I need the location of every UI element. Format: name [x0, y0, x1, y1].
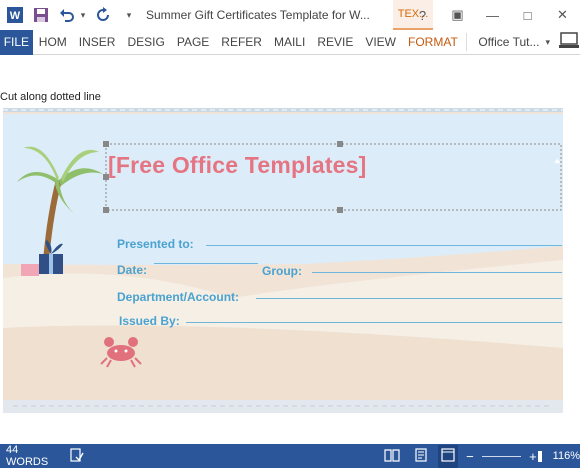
tab-format[interactable]: FORMAT — [402, 30, 464, 55]
date-label: Date: — [117, 263, 148, 277]
group-line[interactable] — [312, 272, 562, 273]
quick-access-toolbar: W ▾ ▾ — [0, 4, 140, 26]
tab-mailings[interactable]: MAILI — [268, 30, 311, 55]
department-label: Department/Account: — [117, 290, 240, 304]
customize-toolbar-icon[interactable]: ▾ — [118, 4, 140, 26]
account-caret-icon[interactable]: ▾ — [545, 37, 550, 48]
presented-to-line[interactable] — [206, 245, 562, 246]
window-controls: ? ▣ — □ ✕ — [405, 0, 580, 30]
save-icon[interactable] — [30, 4, 52, 26]
word-count[interactable]: 44 WORDS — [6, 444, 48, 468]
word-app-icon[interactable]: W — [4, 4, 26, 26]
tab-references[interactable]: REFER — [215, 30, 268, 55]
tab-page-layout[interactable]: PAGE — [171, 30, 215, 55]
redo-icon[interactable] — [92, 4, 114, 26]
web-layout-icon[interactable] — [438, 444, 459, 468]
title-bar: W ▾ ▾ Summer Gift Certificates Template … — [0, 0, 580, 30]
account-name[interactable]: Office Tut... — [472, 30, 545, 55]
department-line[interactable] — [256, 298, 562, 299]
ribbon-tabs: FILE HOM INSER DESIG PAGE REFER MAILI RE… — [0, 29, 580, 55]
issued-by-line[interactable] — [186, 322, 562, 323]
maximize-button[interactable]: □ — [510, 0, 545, 30]
read-mode-icon[interactable] — [384, 448, 400, 465]
zoom-level[interactable]: 116% — [553, 450, 580, 462]
ribbon-divider — [465, 33, 467, 51]
tab-design[interactable]: DESIG — [121, 30, 170, 55]
certificate-heading[interactable]: [Free Office Templates] — [108, 152, 367, 179]
undo-icon[interactable] — [56, 4, 78, 26]
window-title: Summer Gift Certificates Template for W.… — [146, 8, 370, 22]
zoom-in-button[interactable]: + — [529, 449, 537, 464]
close-button[interactable]: ✕ — [545, 0, 580, 30]
zoom-slider[interactable] — [481, 450, 542, 462]
print-layout-icon[interactable] — [414, 447, 428, 465]
minimize-button[interactable]: — — [475, 0, 510, 30]
tab-review[interactable]: REVIE — [311, 30, 359, 55]
tab-home[interactable]: HOM — [33, 30, 73, 55]
proofing-icon[interactable] — [70, 447, 84, 465]
zoom-slider-thumb[interactable] — [537, 450, 542, 462]
profile-icon[interactable] — [558, 31, 580, 53]
presented-to-label: Presented to: — [117, 237, 194, 251]
tab-file[interactable]: FILE — [0, 29, 33, 55]
issued-by-label: Issued By: — [119, 314, 180, 328]
tab-view[interactable]: VIEW — [359, 30, 402, 55]
cut-instruction: Cut along dotted line — [0, 91, 101, 103]
group-label: Group: — [262, 264, 302, 278]
date-line[interactable] — [154, 263, 258, 264]
document-canvas[interactable]: Cut along dotted line [Free Office Templ… — [0, 56, 580, 444]
zoom-out-button[interactable]: − — [466, 449, 474, 464]
status-bar: 44 WORDS − + 116% — [0, 444, 580, 468]
help-button[interactable]: ? — [405, 0, 440, 30]
ribbon-display-button[interactable]: ▣ — [440, 0, 475, 30]
undo-dropdown-icon[interactable]: ▾ — [78, 4, 88, 26]
svg-text:W: W — [10, 10, 21, 22]
tab-insert[interactable]: INSER — [73, 30, 122, 55]
